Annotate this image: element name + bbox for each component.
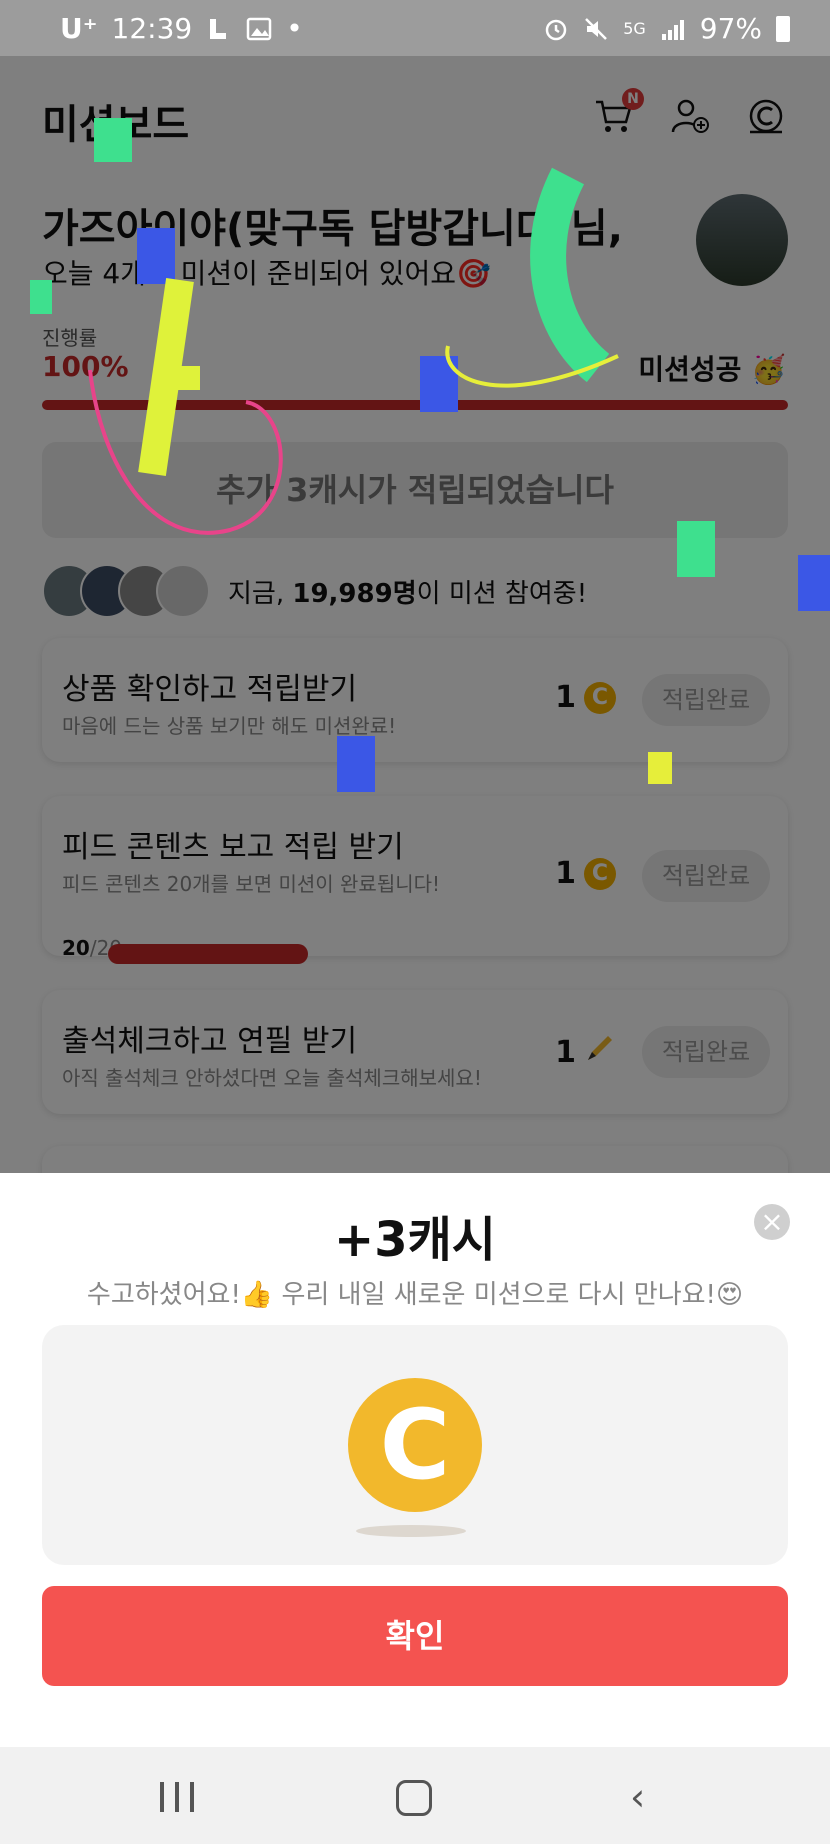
modal-subtitle: 수고하셨어요!👍 우리 내일 새로운 미션으로 다시 만나요!😍: [86, 1280, 744, 1310]
coin-shadow: [356, 1525, 466, 1537]
home-icon[interactable]: [396, 1780, 432, 1816]
confetti-piece: [337, 736, 375, 792]
recent-apps-icon[interactable]: [160, 1782, 194, 1812]
confirm-button[interactable]: 확인: [42, 1586, 788, 1686]
confetti-ribbons: [88, 167, 619, 535]
confetti-piece: [648, 752, 672, 784]
back-icon[interactable]: ‹: [630, 1778, 645, 1816]
modal-title: +3캐시: [334, 1212, 496, 1268]
cash-coin-icon: C: [348, 1378, 482, 1512]
coin-letter: C: [379, 1389, 451, 1501]
